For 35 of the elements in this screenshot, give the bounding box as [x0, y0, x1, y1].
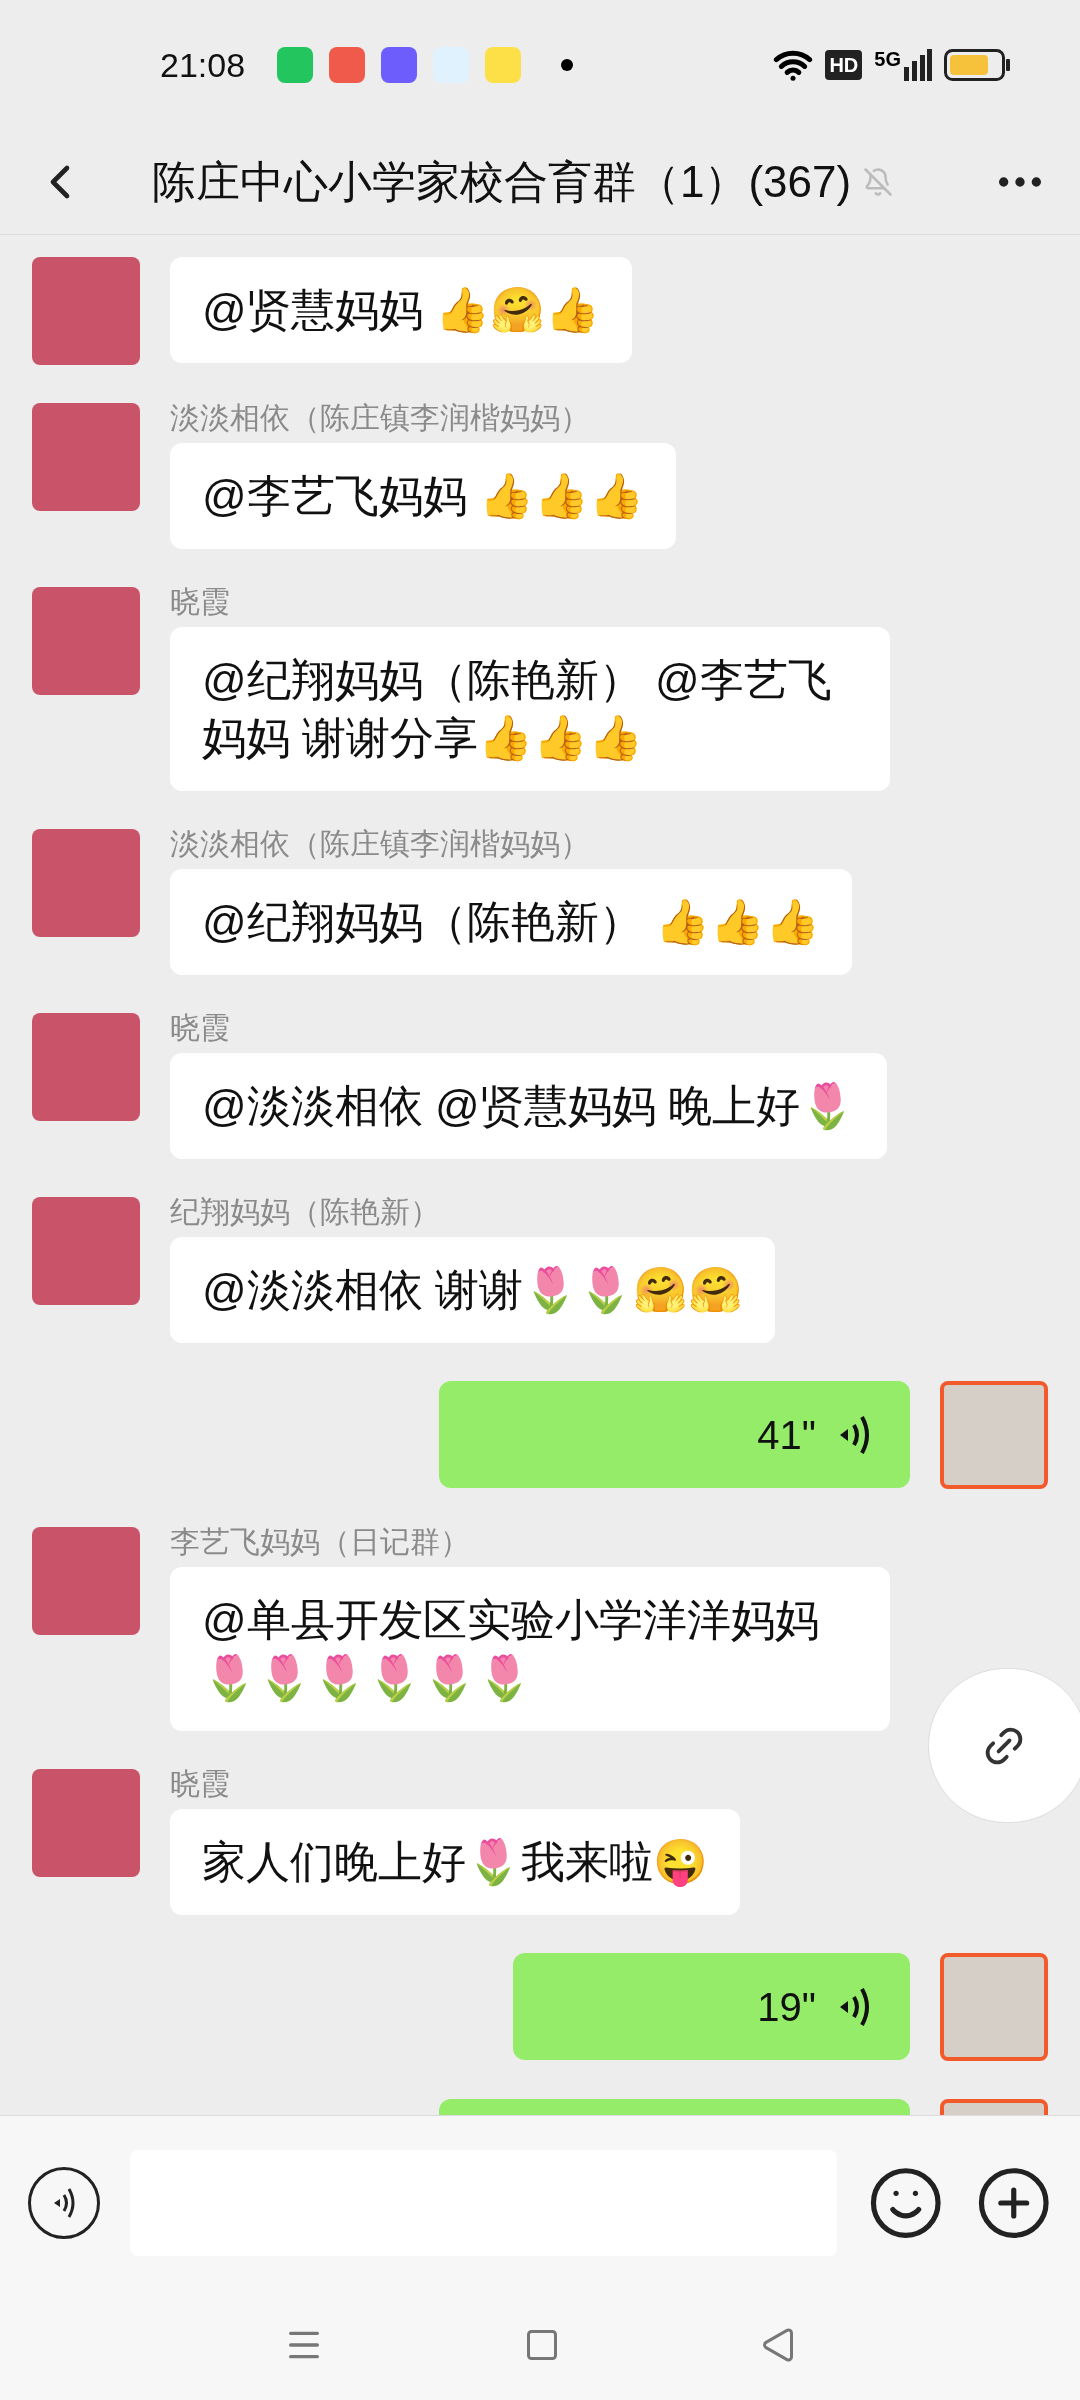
message-bubble: @贤慧妈妈 👍🤗👍 [170, 257, 632, 363]
sender-name: 纪翔妈妈（陈艳新） [170, 1197, 440, 1227]
mute-bell-icon [863, 167, 894, 197]
signal-icon [904, 49, 932, 81]
network-type: 5G [874, 49, 901, 69]
message-bubble: @淡淡相依 @贤慧妈妈 晚上好🌷 [170, 1053, 887, 1159]
voice-duration: 41" [757, 1411, 816, 1459]
voice-message-bubble[interactable]: 41" [438, 1381, 910, 1488]
avatar-photo-placeholder[interactable] [940, 1953, 1048, 2061]
sender-name: 晓霞 [170, 1769, 230, 1799]
chat-title: 陈庄中心小学家校合育群（1）(367) [152, 156, 852, 208]
status-time: 21:08 [160, 44, 246, 86]
sender-name: 晓霞 [170, 1013, 230, 1043]
sender-name: 淡淡相依（陈庄镇李润楷妈妈） [170, 403, 590, 433]
app-notification-icon [277, 47, 314, 83]
message-bubble: @李艺飞妈妈 👍👍👍 [170, 443, 676, 549]
voice-duration: 19" [757, 1983, 816, 2031]
message-bubble: @纪翔妈妈（陈艳新） 👍👍👍 [170, 869, 852, 975]
voice-input-button[interactable] [28, 2167, 100, 2239]
message-bubble: @纪翔妈妈（陈艳新） @李艺飞妈妈 谢谢分享👍👍👍 [170, 627, 890, 791]
sender-name: 李艺飞妈妈（日记群） [170, 1527, 470, 1557]
sender-name: 晓霞 [170, 587, 230, 617]
voice-message-bubble[interactable]: 19" [513, 1953, 910, 2060]
app-notification-icon [329, 47, 366, 83]
app-notification-icon [381, 47, 418, 83]
hd-badge: HD [825, 50, 863, 80]
message-bubble: @单县开发区实验小学洋洋妈妈🌷🌷🌷🌷🌷🌷 [170, 1567, 890, 1731]
message-bubble: @淡淡相依 谢谢🌷🌷🤗🤗 [170, 1237, 775, 1343]
home-nav-button[interactable] [524, 2327, 560, 2363]
app-notification-icon [485, 47, 522, 83]
sender-name: 淡淡相依（陈庄镇李润楷妈妈） [170, 829, 590, 859]
avatar-photo-placeholder[interactable] [940, 1381, 1048, 1489]
message-bubble: 家人们晚上好🌷我来啦😜 [170, 1809, 740, 1915]
back-nav-button[interactable] [760, 2327, 796, 2363]
battery-icon [944, 49, 1010, 81]
